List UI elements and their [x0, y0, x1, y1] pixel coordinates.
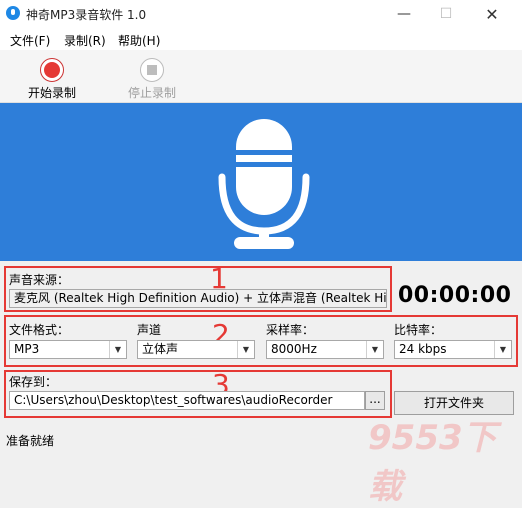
- menu-record[interactable]: 录制(R): [64, 32, 106, 49]
- channel-value: 立体声: [142, 342, 179, 356]
- save-label: 保存到：: [9, 375, 58, 389]
- browse-button[interactable]: ...: [365, 391, 385, 410]
- minimize-button[interactable]: —: [384, 0, 424, 28]
- bitrate-value: 24 kbps: [399, 342, 447, 356]
- chevron-down-icon: ▼: [237, 341, 254, 358]
- channel-select[interactable]: 立体声 ▼: [137, 340, 255, 359]
- channel-label: 声道: [137, 323, 162, 337]
- stop-record-label: 停止录制: [127, 86, 176, 100]
- chevron-down-icon: ▼: [366, 341, 383, 358]
- bitrate-label: 比特率：: [394, 323, 443, 337]
- title-bar: 神奇MP3录音软件 1.0 — ☐ ✕: [0, 0, 522, 28]
- stop-icon: [140, 58, 164, 82]
- bitrate-select[interactable]: 24 kbps ▼: [394, 340, 512, 359]
- chevron-down-icon: ▼: [494, 341, 511, 358]
- start-record-label: 开始录制: [27, 86, 76, 100]
- format-value: MP3: [14, 342, 40, 356]
- menu-help[interactable]: 帮助(H): [118, 32, 160, 49]
- microphone-icon: [218, 119, 310, 249]
- toolbar: 开始录制 停止录制: [0, 50, 522, 103]
- record-timer: 00:00:00: [398, 283, 512, 308]
- samplerate-value: 8000Hz: [271, 342, 317, 356]
- maximize-button[interactable]: ☐: [426, 0, 466, 28]
- menu-file[interactable]: 文件(F): [10, 32, 50, 49]
- close-button[interactable]: ✕: [472, 0, 512, 28]
- source-field[interactable]: 麦克风 (Realtek High Definition Audio) + 立体…: [9, 289, 387, 308]
- app-icon: [6, 6, 20, 20]
- menu-bar: 文件(F) 录制(R) 帮助(H): [0, 28, 522, 50]
- status-text: 准备就绪: [6, 434, 55, 448]
- samplerate-select[interactable]: 8000Hz ▼: [266, 340, 384, 359]
- format-label: 文件格式：: [9, 323, 70, 337]
- watermark: 9553下载: [368, 418, 497, 507]
- start-record-button[interactable]: 开始录制: [12, 54, 92, 100]
- samplerate-label: 采样率：: [266, 323, 315, 337]
- window-title: 神奇MP3录音软件 1.0: [26, 8, 147, 22]
- source-label: 声音来源：: [9, 273, 70, 287]
- microphone-banner: [0, 103, 522, 261]
- record-icon: [40, 58, 64, 82]
- stop-record-button[interactable]: 停止录制: [112, 54, 192, 100]
- save-path-input[interactable]: C:\Users\zhou\Desktop\test_softwares\aud…: [9, 391, 365, 410]
- format-select[interactable]: MP3 ▼: [9, 340, 127, 359]
- chevron-down-icon: ▼: [109, 341, 126, 358]
